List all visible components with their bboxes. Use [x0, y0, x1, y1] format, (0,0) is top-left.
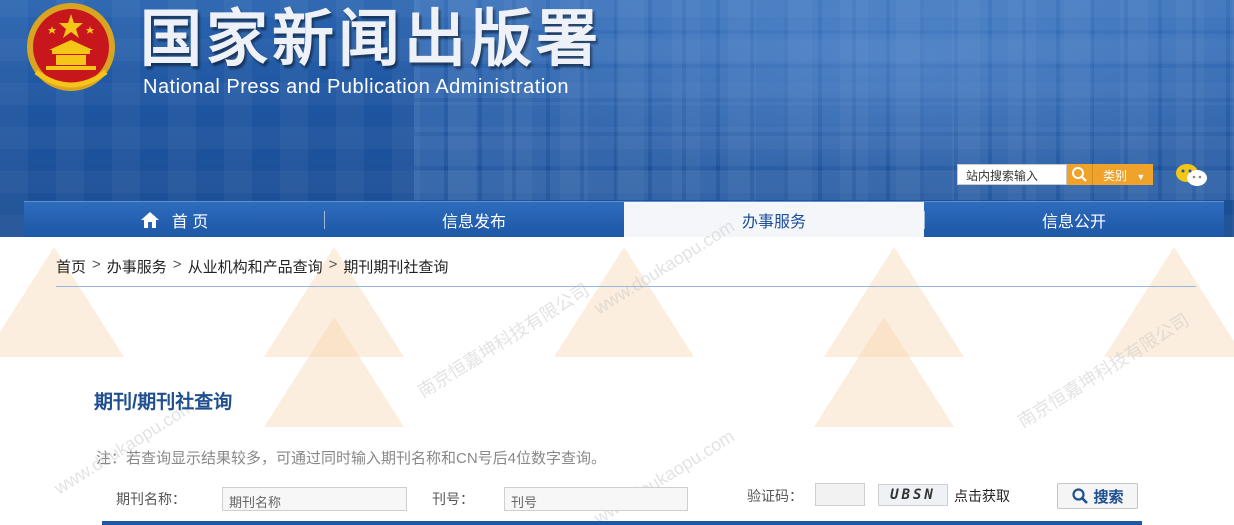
- watermark-logo: [554, 247, 694, 357]
- watermark-logo: [264, 317, 404, 427]
- captcha-input[interactable]: [815, 483, 865, 506]
- search-icon: [1072, 488, 1089, 504]
- nav-item-info-release[interactable]: 信息发布: [324, 202, 624, 237]
- page-title: 期刊/期刊社查询: [94, 392, 233, 413]
- breadcrumb-current: 期刊期刊社查询: [343, 259, 449, 276]
- results-table-top-border: [102, 521, 1142, 525]
- search-button-label: 搜索: [1093, 488, 1124, 506]
- breadcrumb-org-query[interactable]: 从业机构和产品查询: [188, 256, 323, 277]
- breadcrumb-separator: >: [328, 256, 338, 273]
- category-dropdown[interactable]: 类别 ▼: [1093, 164, 1153, 185]
- watermark-logo: [1104, 247, 1234, 357]
- captcha-label: 验证码：: [747, 488, 803, 504]
- nav-item-label: 首 页: [171, 213, 209, 231]
- breadcrumb-home[interactable]: 首页: [56, 256, 86, 277]
- main-content: 南京恒嘉坤科技有限公司 南京恒嘉坤科技有限公司 www.doukaopu.com…: [0, 216, 1234, 525]
- breadcrumb: 首页 > 办事服务 > 从业机构和产品查询 > 期刊期刊社查询: [56, 256, 448, 277]
- nav-item-home[interactable]: 首 页: [24, 202, 324, 237]
- captcha-image[interactable]: UBSN: [878, 484, 948, 506]
- main-nav: 首 页 信息发布 办事服务 信息公开: [24, 201, 1224, 237]
- watermark-logo: [814, 317, 954, 427]
- nav-item-services[interactable]: 办事服务: [624, 202, 924, 237]
- breadcrumb-separator: >: [92, 256, 101, 273]
- issue-number-label: 刊号：: [432, 491, 474, 507]
- site-title: 国家新闻出版署: [140, 2, 603, 75]
- breadcrumb-services[interactable]: 办事服务: [107, 256, 167, 277]
- nav-item-info-disclosure[interactable]: 信息公开: [924, 202, 1224, 237]
- journal-name-label: 期刊名称：: [116, 491, 186, 507]
- breadcrumb-divider: [56, 286, 1196, 287]
- home-icon: [140, 211, 159, 228]
- chevron-down-icon: ▼: [1136, 172, 1146, 182]
- issue-number-input[interactable]: 刊号: [504, 487, 688, 511]
- wechat-icon[interactable]: [1174, 162, 1208, 188]
- nav-item-label: 信息发布: [441, 213, 506, 231]
- site-search-input[interactable]: 站内搜索输入: [957, 164, 1067, 185]
- query-note: 注：若查询显示结果较多，可通过同时输入期刊名称和CN号后4位数字查询。: [96, 450, 607, 467]
- search-icon: [1072, 167, 1087, 182]
- captcha-refresh-link[interactable]: 点击获取: [954, 486, 1010, 506]
- nav-item-label: 信息公开: [1041, 213, 1106, 231]
- search-button[interactable]: 搜索: [1057, 483, 1138, 509]
- journal-name-input[interactable]: 期刊名称: [222, 487, 407, 511]
- category-label: 类别: [1103, 169, 1128, 183]
- national-emblem-icon: [27, 3, 115, 91]
- site-subtitle: National Press and Publication Administr…: [143, 76, 570, 98]
- breadcrumb-separator: >: [172, 256, 182, 273]
- site-search-button[interactable]: [1067, 164, 1093, 185]
- nav-item-label: 办事服务: [741, 213, 806, 231]
